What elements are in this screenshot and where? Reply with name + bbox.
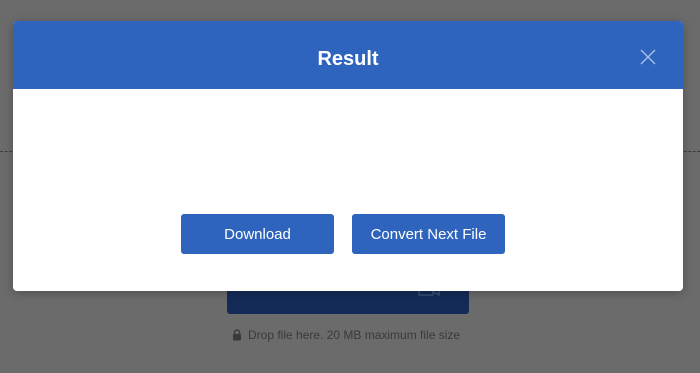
download-button[interactable]: Download: [181, 214, 334, 254]
lock-icon: [232, 329, 242, 341]
drop-zone-border-right: [684, 151, 700, 152]
dialog-header: Result: [13, 21, 683, 89]
close-icon: [640, 49, 656, 65]
drop-hint-text: Drop file here. 20 MB maximum file size: [248, 328, 461, 342]
dialog-title: Result: [317, 48, 379, 70]
result-dialog: Result Download Convert Next File: [13, 21, 683, 291]
drop-zone-border-left: [0, 151, 12, 152]
close-button[interactable]: [634, 43, 662, 71]
drop-file-hint: Drop file here. 20 MB maximum file size: [232, 327, 460, 343]
convert-next-file-button[interactable]: Convert Next File: [352, 214, 505, 254]
